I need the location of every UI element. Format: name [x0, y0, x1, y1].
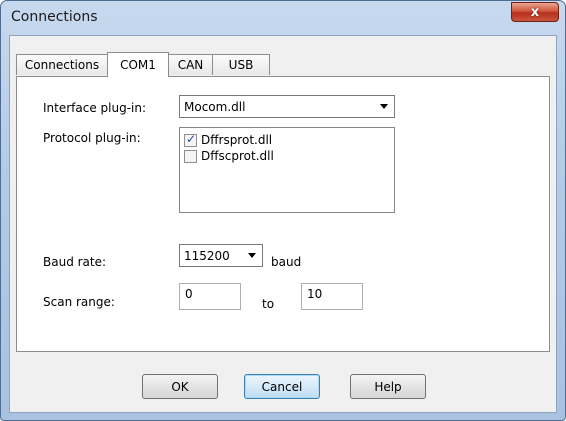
tab-com1[interactable]: COM1	[107, 52, 169, 77]
scan-range-from-input[interactable]: 0	[179, 283, 241, 310]
tab-label: COM1	[120, 58, 156, 72]
checkbox-checked[interactable]	[184, 132, 197, 147]
interface-plugin-label: Interface plug-in:	[43, 101, 147, 115]
dialog-client-area: Connections COM1 CAN USB Interface plug-…	[9, 35, 557, 413]
close-button[interactable]: x	[511, 2, 559, 22]
list-item[interactable]: Dffrsprot.dll	[184, 132, 272, 148]
protocol-item-label: Dffscprot.dll	[201, 149, 274, 163]
tab-can[interactable]: CAN	[168, 54, 213, 75]
tab-label: CAN	[177, 58, 204, 72]
protocol-plugin-label: Protocol plug-in:	[43, 131, 141, 145]
interface-plugin-dropdown[interactable]: Mocom.dll	[179, 95, 395, 118]
list-item[interactable]: Dffscprot.dll	[184, 148, 274, 164]
tab-connections[interactable]: Connections	[16, 54, 108, 75]
scan-range-label: Scan range:	[43, 295, 115, 309]
chevron-down-icon	[380, 104, 388, 109]
baud-unit-label: baud	[271, 255, 302, 269]
scan-range-to-input[interactable]: 10	[301, 283, 363, 310]
ok-button-label: OK	[171, 379, 189, 394]
cancel-button-label: Cancel	[261, 379, 303, 394]
ok-button[interactable]: OK	[142, 374, 218, 399]
scan-to-label: to	[262, 297, 275, 311]
baud-rate-dropdown[interactable]: 115200	[179, 244, 263, 267]
checkbox-unchecked[interactable]	[184, 149, 197, 163]
scan-from-value: 0	[185, 287, 193, 301]
interface-plugin-value: Mocom.dll	[184, 99, 246, 114]
protocol-plugin-list[interactable]: Dffrsprot.dll Dffscprot.dll	[179, 127, 395, 213]
close-icon: x	[530, 4, 540, 20]
cancel-button[interactable]: Cancel	[244, 374, 320, 399]
connections-dialog: Connections x Connections COM1 CAN USB I…	[0, 0, 566, 421]
baud-rate-value: 115200	[184, 248, 230, 263]
protocol-item-label: Dffrsprot.dll	[201, 133, 273, 147]
help-button-label: Help	[374, 379, 402, 394]
window-title: Connections	[11, 9, 98, 25]
scan-to-value: 10	[307, 287, 323, 301]
help-button[interactable]: Help	[350, 374, 426, 399]
tab-usb[interactable]: USB	[212, 54, 270, 75]
com1-panel: Interface plug-in: Mocom.dll Protocol pl…	[16, 76, 550, 352]
title-bar[interactable]: Connections x	[1, 1, 565, 35]
tab-label: Connections	[24, 58, 100, 72]
baud-rate-label: Baud rate:	[43, 255, 107, 269]
chevron-down-icon	[248, 253, 256, 258]
tab-label: USB	[228, 58, 254, 72]
